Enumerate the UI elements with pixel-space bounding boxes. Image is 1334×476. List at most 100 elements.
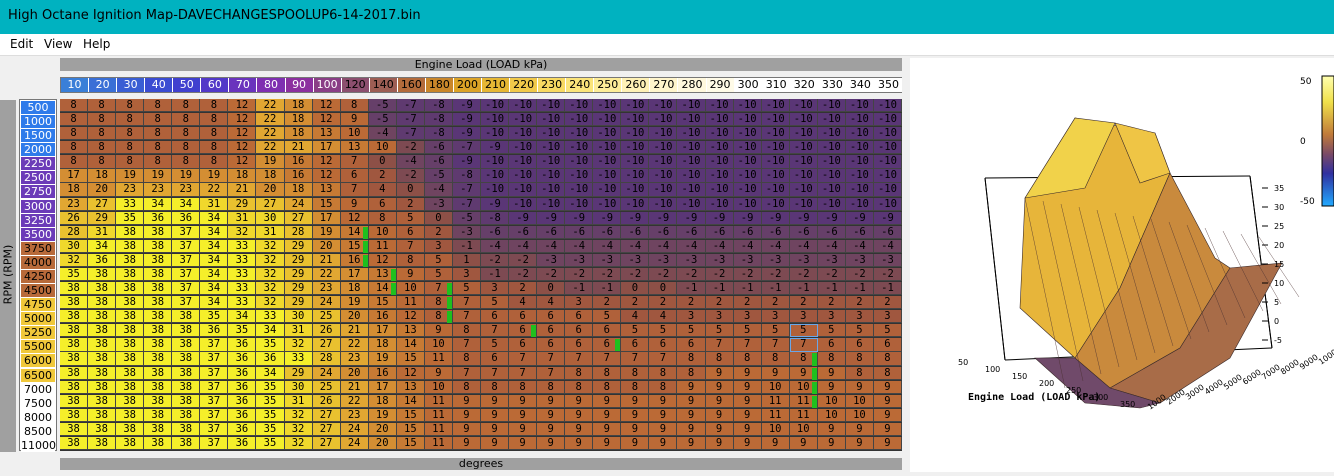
map-cell[interactable]: 8 (172, 155, 201, 169)
map-cell[interactable]: 8 (88, 155, 117, 169)
map-cell[interactable]: -5 (368, 99, 397, 113)
map-cell[interactable]: 9 (705, 380, 734, 394)
map-cell[interactable]: -10 (621, 141, 650, 155)
map-cell[interactable]: 28 (284, 225, 313, 239)
map-cell[interactable]: -10 (677, 183, 706, 197)
map-cell[interactable]: 9 (509, 408, 538, 422)
map-cell[interactable]: 38 (116, 310, 145, 324)
map-cell[interactable]: -9 (509, 211, 538, 225)
map-cell[interactable]: 9 (452, 408, 481, 422)
map-cell[interactable]: 10 (789, 422, 818, 437)
map-cell[interactable]: 12 (228, 127, 257, 141)
map-cell[interactable]: 17 (368, 324, 397, 338)
map-cell[interactable]: 9 (873, 422, 902, 437)
map-cell[interactable]: 38 (60, 338, 89, 352)
map-cell[interactable]: 9 (537, 422, 566, 437)
map-cell[interactable]: 5 (733, 324, 762, 338)
map-cell[interactable]: 29 (284, 253, 313, 268)
map-cell[interactable]: 30 (284, 380, 313, 394)
map-cell[interactable]: 7 (537, 352, 566, 366)
map-cell[interactable]: 28 (312, 352, 341, 366)
map-cell[interactable]: 37 (200, 394, 229, 408)
map-cell[interactable]: 18 (284, 183, 313, 197)
map-cell[interactable]: 3 (733, 310, 762, 324)
map-cell[interactable]: -3 (761, 253, 790, 268)
map-cell[interactable]: 29 (228, 197, 257, 211)
map-cell[interactable]: 9 (817, 436, 846, 451)
row-header[interactable]: 500 (21, 101, 55, 114)
map-cell[interactable]: -10 (761, 155, 790, 169)
map-cell[interactable]: 9 (509, 436, 538, 451)
map-cell[interactable]: 38 (116, 422, 145, 437)
map-cell[interactable]: 9 (593, 422, 622, 437)
map-cell[interactable]: 9 (509, 422, 538, 437)
map-cell[interactable]: -10 (761, 99, 790, 113)
map-cell[interactable]: 18 (284, 127, 313, 141)
map-cell[interactable]: 31 (284, 394, 313, 408)
map-cell[interactable]: -9 (452, 113, 481, 127)
map-cell[interactable]: 8 (116, 155, 145, 169)
map-cell[interactable]: 38 (172, 338, 201, 352)
map-cell[interactable]: 0 (621, 282, 650, 296)
map-cell[interactable]: 9 (733, 394, 762, 408)
map-cell[interactable]: -10 (873, 113, 902, 127)
map-cell[interactable]: 14 (396, 338, 425, 352)
map-cell[interactable]: 23 (340, 408, 369, 422)
map-cell[interactable]: 17 (368, 380, 397, 394)
map-cell[interactable]: 9 (677, 380, 706, 394)
column-header[interactable]: 70 (229, 78, 257, 92)
map-cell[interactable]: 29 (88, 211, 117, 225)
map-cell[interactable]: 38 (144, 338, 173, 352)
map-cell[interactable]: 38 (116, 296, 145, 310)
map-cell[interactable]: -9 (537, 211, 566, 225)
map-cell[interactable]: -9 (452, 155, 481, 169)
map-cell[interactable]: -9 (705, 211, 734, 225)
map-cell[interactable]: 9 (481, 436, 510, 451)
map-cell[interactable]: -10 (537, 155, 566, 169)
map-cell[interactable]: 33 (228, 253, 257, 268)
row-header[interactable]: 11000 (21, 438, 56, 452)
map-cell[interactable]: 38 (144, 436, 173, 451)
map-cell[interactable]: 9 (705, 366, 734, 380)
map-cell[interactable]: 33 (228, 296, 257, 310)
map-cell[interactable]: -1 (452, 239, 481, 253)
map-cell[interactable]: 9 (705, 408, 734, 422)
map-cell[interactable]: 38 (116, 324, 145, 338)
map-cell[interactable]: 9 (452, 422, 481, 437)
map-cell[interactable]: 16 (368, 310, 397, 324)
map-cell[interactable]: -2 (845, 267, 874, 282)
map-cell[interactable]: -3 (733, 253, 762, 268)
map-cell[interactable]: -9 (677, 211, 706, 225)
map-cell[interactable]: 13 (312, 183, 341, 197)
map-cell[interactable]: -9 (593, 211, 622, 225)
map-cell[interactable]: 20 (368, 436, 397, 451)
map-cell[interactable]: 9 (845, 422, 874, 437)
map-cell[interactable]: -8 (424, 99, 453, 113)
column-header[interactable]: 40 (145, 78, 173, 92)
map-cell[interactable]: -10 (509, 155, 538, 169)
map-cell[interactable]: -4 (677, 239, 706, 253)
map-cell[interactable]: -4 (817, 239, 846, 253)
map-cell[interactable]: 13 (396, 380, 425, 394)
map-cell[interactable]: 18 (284, 113, 313, 127)
column-header[interactable]: 90 (285, 78, 313, 92)
map-cell[interactable]: 38 (88, 408, 117, 422)
map-cell[interactable]: 0 (537, 282, 566, 296)
map-cell[interactable]: -10 (481, 155, 510, 169)
map-cell[interactable]: 36 (228, 408, 257, 422)
map-cell[interactable]: -6 (565, 225, 594, 239)
map-cell[interactable]: 38 (60, 296, 89, 310)
map-cell[interactable]: 8 (144, 99, 173, 113)
map-cell[interactable]: 4 (509, 296, 538, 310)
map-cell[interactable]: -1 (845, 282, 874, 296)
map-cell[interactable]: 7 (452, 366, 481, 380)
map-cell[interactable]: -10 (649, 183, 678, 197)
map-cell[interactable]: 6 (481, 310, 510, 324)
map-cell[interactable]: -3 (845, 253, 874, 268)
map-cell[interactable]: -10 (677, 155, 706, 169)
map-cell[interactable]: 10 (424, 338, 453, 352)
map-cell[interactable]: 8 (172, 127, 201, 141)
map-cell[interactable]: 8 (705, 352, 734, 366)
map-cell[interactable]: 23 (312, 282, 341, 296)
map-cell[interactable]: 8 (144, 113, 173, 127)
